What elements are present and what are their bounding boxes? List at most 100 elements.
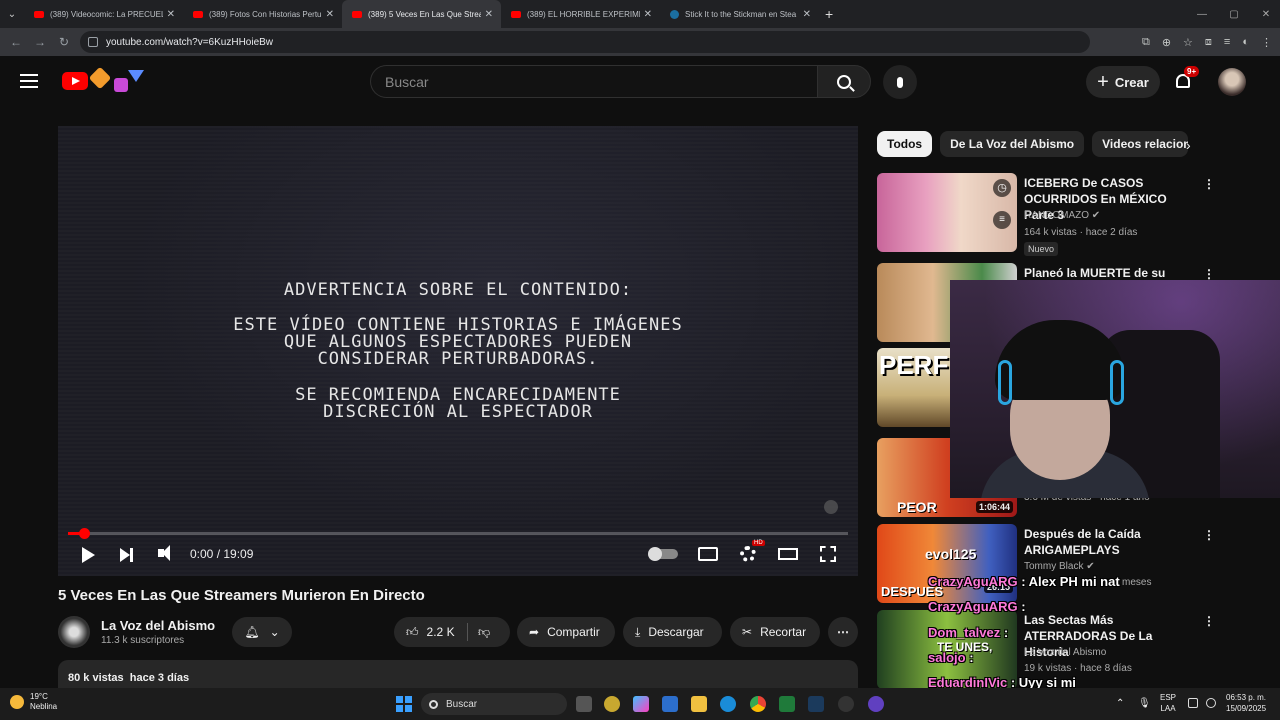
browser-tab-active[interactable]: (389) 5 Veces En Las Que Stream ✕	[342, 0, 501, 28]
volume-tray-icon[interactable]	[1206, 698, 1216, 708]
rec-channel[interactable]: RANDOMAZO ✔	[1024, 210, 1100, 221]
extension-icon[interactable]	[114, 78, 128, 92]
download-button[interactable]: ⤓ Descargar	[623, 617, 722, 647]
language-indicator[interactable]: ESP LAA	[1160, 692, 1176, 714]
more-icon[interactable]: ⋮	[1203, 614, 1215, 628]
chip-todos[interactable]: Todos	[877, 131, 933, 157]
notifications-button[interactable]: 9+	[1172, 66, 1200, 92]
app-icon[interactable]	[868, 696, 884, 712]
add-to-queue-icon[interactable]: ≡	[993, 211, 1011, 229]
recommended-video[interactable]: ◷ ≡ ICEBERG De CASOS OCURRIDOS En MÉXICO…	[877, 173, 1217, 256]
browser-menu-icon[interactable]: ⋮	[1261, 36, 1272, 49]
more-icon[interactable]: ⋮	[1203, 267, 1215, 281]
scrubber-handle[interactable]	[78, 528, 90, 539]
chip-channel[interactable]: De La Voz del Abismo	[940, 131, 1085, 157]
chevron-right-icon[interactable]: ›	[1186, 137, 1191, 153]
reload-icon[interactable]: ↻	[52, 35, 76, 49]
close-tab-icon[interactable]: ✕	[167, 9, 175, 20]
more-icon[interactable]: ⋮	[1203, 177, 1215, 191]
subtitles-icon[interactable]	[698, 547, 718, 561]
channel-watermark[interactable]	[824, 500, 838, 514]
close-tab-icon[interactable]: ✕	[644, 9, 652, 20]
maximize-icon[interactable]: ▢	[1218, 0, 1250, 28]
close-tab-icon[interactable]: ✕	[326, 9, 334, 20]
close-tab-icon[interactable]: ✕	[803, 9, 811, 20]
app-icon[interactable]	[838, 696, 854, 712]
rec-title[interactable]: Después de la Caída ARIGAMEPLAYS	[1024, 526, 1199, 558]
weather-widget[interactable]: 19°C Neblina	[10, 692, 57, 712]
browser-tab[interactable]: (389) Videocomic: La PRECUELA ✕	[24, 0, 183, 28]
close-window-icon[interactable]: ✕	[1250, 0, 1280, 28]
tab-title: Stick It to the Stickman en Stea	[685, 9, 797, 19]
video-thumbnail[interactable]: evol125 DESPUES 26:15	[877, 524, 1017, 603]
cast-icon[interactable]: ⧉	[1142, 36, 1150, 49]
chrome-icon[interactable]	[750, 696, 766, 712]
channel-name[interactable]: La Voz del Abismo	[101, 618, 215, 633]
more-icon[interactable]: ⋮	[1203, 528, 1215, 542]
steam-icon[interactable]	[808, 696, 824, 712]
minimize-icon[interactable]: —	[1186, 0, 1218, 28]
browser-tab[interactable]: (389) EL HORRIBLE EXPERIMEN ✕	[501, 0, 660, 28]
copilot-icon[interactable]	[633, 696, 649, 712]
back-icon[interactable]: ←	[4, 35, 28, 49]
create-button[interactable]: + Crear	[1086, 66, 1160, 98]
chip-related[interactable]: Videos relacion	[1092, 131, 1189, 157]
close-tab-icon[interactable]: ✕	[485, 9, 493, 20]
file-explorer-icon[interactable]	[691, 696, 707, 712]
taskbar-search[interactable]: Buscar	[421, 693, 567, 715]
channel-avatar[interactable]	[58, 616, 90, 648]
extension-icon[interactable]	[88, 66, 112, 90]
tab-search-chevron-icon[interactable]: ⌄	[0, 0, 24, 28]
rec-channel[interactable]: La Voz del Abismo	[1024, 647, 1106, 658]
like-button[interactable]: 👍︎ 2.2 K 👎︎	[394, 617, 510, 647]
rec-title[interactable]: Planeó la MUERTE de su	[1024, 265, 1199, 281]
extensions-icon[interactable]: ⧈	[1205, 36, 1212, 49]
settings-gear-icon[interactable]	[740, 546, 756, 562]
xbox-icon[interactable]	[779, 696, 795, 712]
microphone-tray-icon[interactable]: 🎙︎	[1138, 698, 1151, 709]
new-tab-button[interactable]: +	[825, 6, 833, 22]
extension-icon[interactable]	[128, 70, 144, 82]
store-icon[interactable]	[662, 696, 678, 712]
watch-later-icon[interactable]: ◷	[993, 179, 1011, 197]
url-field[interactable]: youtube.com/watch?v=6KuzHHoieBw	[80, 31, 1090, 53]
rec-channel[interactable]: Tommy Black ✔	[1024, 561, 1095, 572]
theater-mode-icon[interactable]	[778, 548, 798, 560]
progress-bar[interactable]	[68, 528, 848, 539]
network-icon[interactable]	[1188, 698, 1198, 708]
profile-icon[interactable]: ◐	[1242, 36, 1249, 48]
bookmark-star-icon[interactable]: ☆	[1183, 36, 1193, 49]
next-icon[interactable]	[120, 548, 133, 562]
media-icon[interactable]: ≡	[1224, 36, 1230, 48]
tray-chevron-icon[interactable]: ⌃	[1116, 698, 1124, 709]
clock-time: 06:53 p. m.	[1226, 693, 1267, 702]
volume-icon[interactable]	[158, 545, 170, 561]
account-avatar[interactable]	[1218, 68, 1246, 96]
youtube-logo-icon[interactable]	[62, 72, 88, 90]
edge-icon[interactable]	[720, 696, 736, 712]
thumbs-down-icon[interactable]: 👎︎	[478, 625, 490, 640]
video-thumbnail[interactable]: ◷ ≡	[877, 173, 1017, 252]
subscription-bell-button[interactable]: 🔔︎ ⌄	[232, 617, 292, 647]
more-actions-button[interactable]: ⋯	[828, 617, 858, 647]
play-icon[interactable]	[82, 547, 95, 563]
clip-button[interactable]: ✂ Recortar	[730, 617, 820, 647]
browser-tab[interactable]: Stick It to the Stickman en Stea ✕	[660, 0, 819, 28]
autoplay-toggle[interactable]	[648, 547, 678, 561]
zoom-icon[interactable]: ⊕	[1162, 36, 1171, 49]
forward-icon[interactable]: →	[28, 35, 52, 49]
recommended-video[interactable]: evol125 DESPUES 26:15 Después de la Caíd…	[877, 524, 1217, 604]
share-button[interactable]: ➦ Compartir	[517, 617, 615, 647]
app-icon[interactable]	[604, 696, 620, 712]
fullscreen-icon[interactable]	[820, 546, 836, 562]
task-view-icon[interactable]	[576, 696, 592, 712]
search-button[interactable]	[817, 65, 871, 98]
voice-search-button[interactable]	[883, 65, 917, 99]
windows-start-icon[interactable]	[396, 696, 412, 712]
search-input[interactable]: Buscar	[370, 65, 818, 98]
site-info-icon[interactable]	[88, 37, 98, 47]
browser-tab[interactable]: (389) Fotos Con Historias Pertu ✕	[183, 0, 342, 28]
menu-icon[interactable]	[20, 74, 38, 88]
clock[interactable]: 06:53 p. m. 15/09/2025	[1226, 692, 1266, 714]
video-player[interactable]: ADVERTENCIA SOBRE EL CONTENIDO: ESTE VÍD…	[58, 126, 858, 576]
